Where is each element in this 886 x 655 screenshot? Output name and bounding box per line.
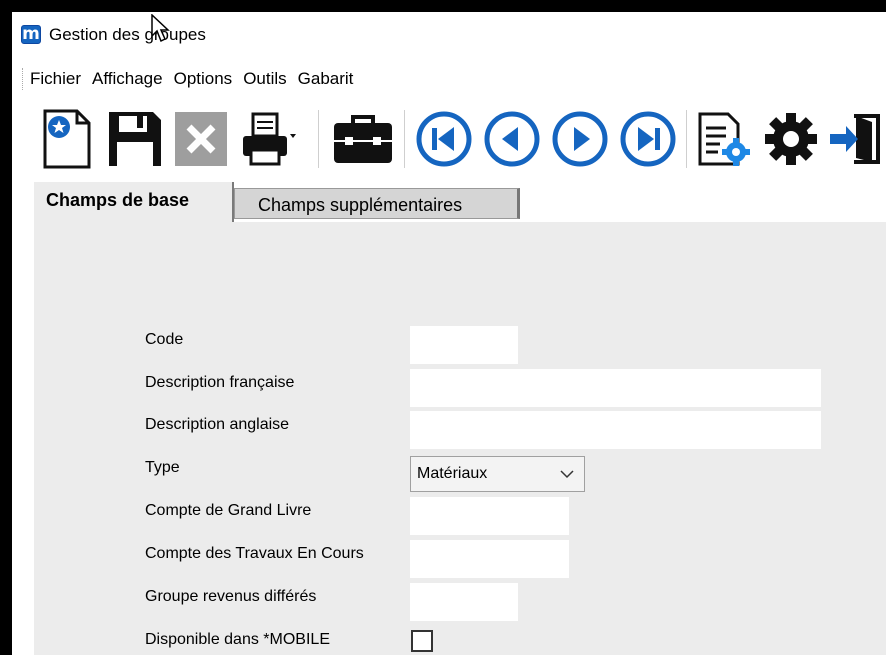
description-francaise-input[interactable] <box>410 369 821 407</box>
menu-bar: Fichier Affichage Options Outils Gabarit <box>12 64 886 94</box>
previous-record-button[interactable] <box>482 106 542 172</box>
gear-icon <box>765 113 817 165</box>
new-document-icon <box>43 109 91 169</box>
type-label: Type <box>145 459 180 476</box>
disponible-mobile-label: Disponible dans *MOBILE <box>145 631 330 648</box>
description-francaise-label: Description française <box>145 374 295 391</box>
exit-button[interactable] <box>828 106 886 172</box>
groupe-revenus-differes-input[interactable] <box>410 583 518 621</box>
menu-affichage[interactable]: Affichage <box>92 67 163 91</box>
briefcase-icon <box>334 115 392 163</box>
mouse-cursor-icon <box>151 14 170 43</box>
app-window: m Gestion des groupes Fichier Affichage … <box>12 12 886 655</box>
compte-travaux-en-cours-input[interactable] <box>410 540 569 578</box>
toolbar-separator <box>318 110 319 168</box>
type-select-value: Matériaux <box>417 465 488 482</box>
exit-icon <box>830 114 880 164</box>
toolbar-separator <box>404 110 405 168</box>
delete-button[interactable] <box>172 106 230 172</box>
first-record-button[interactable] <box>414 106 474 172</box>
tab-champs-de-base[interactable]: Champs de base <box>34 182 234 222</box>
menu-grip <box>22 68 24 90</box>
compte-grand-livre-label: Compte de Grand Livre <box>145 502 312 519</box>
print-button[interactable] <box>238 106 298 172</box>
delete-icon <box>175 112 227 166</box>
app-logo-icon: m <box>21 24 41 44</box>
compte-grand-livre-input[interactable] <box>410 497 569 535</box>
disponible-mobile-checkbox[interactable] <box>411 630 433 652</box>
menu-options[interactable]: Options <box>174 67 233 91</box>
tab-champs-supplementaires[interactable]: Champs supplémentaires <box>234 188 520 219</box>
code-label: Code <box>145 331 184 348</box>
menu-outils[interactable]: Outils <box>243 67 286 91</box>
first-record-icon <box>416 111 472 167</box>
settings-button[interactable] <box>760 106 822 172</box>
document-settings-icon <box>698 112 750 166</box>
briefcase-button[interactable] <box>330 106 396 172</box>
description-anglaise-input[interactable] <box>410 411 821 449</box>
next-record-icon <box>552 111 608 167</box>
chevron-down-icon <box>560 470 574 479</box>
save-icon <box>109 112 161 166</box>
groupe-revenus-differes-label: Groupe revenus différés <box>145 588 317 605</box>
document-settings-button[interactable] <box>694 106 756 172</box>
next-record-button[interactable] <box>550 106 610 172</box>
previous-record-icon <box>484 111 540 167</box>
type-select[interactable]: Matériaux <box>410 456 585 492</box>
print-icon <box>243 112 296 166</box>
form-panel: Code Description française Description a… <box>34 222 886 655</box>
save-button[interactable] <box>104 106 166 172</box>
window-title: Gestion des groupes <box>49 25 206 44</box>
menu-fichier[interactable]: Fichier <box>30 67 81 91</box>
compte-travaux-en-cours-label: Compte des Travaux En Cours <box>145 545 364 562</box>
title-bar: m Gestion des groupes <box>12 12 886 56</box>
toolbar <box>12 106 886 176</box>
toolbar-separator <box>686 110 687 168</box>
last-record-button[interactable] <box>618 106 678 172</box>
last-record-icon <box>620 111 676 167</box>
new-button[interactable] <box>38 106 96 172</box>
description-anglaise-label: Description anglaise <box>145 416 290 433</box>
menu-gabarit[interactable]: Gabarit <box>298 67 354 91</box>
code-input[interactable] <box>410 326 518 364</box>
